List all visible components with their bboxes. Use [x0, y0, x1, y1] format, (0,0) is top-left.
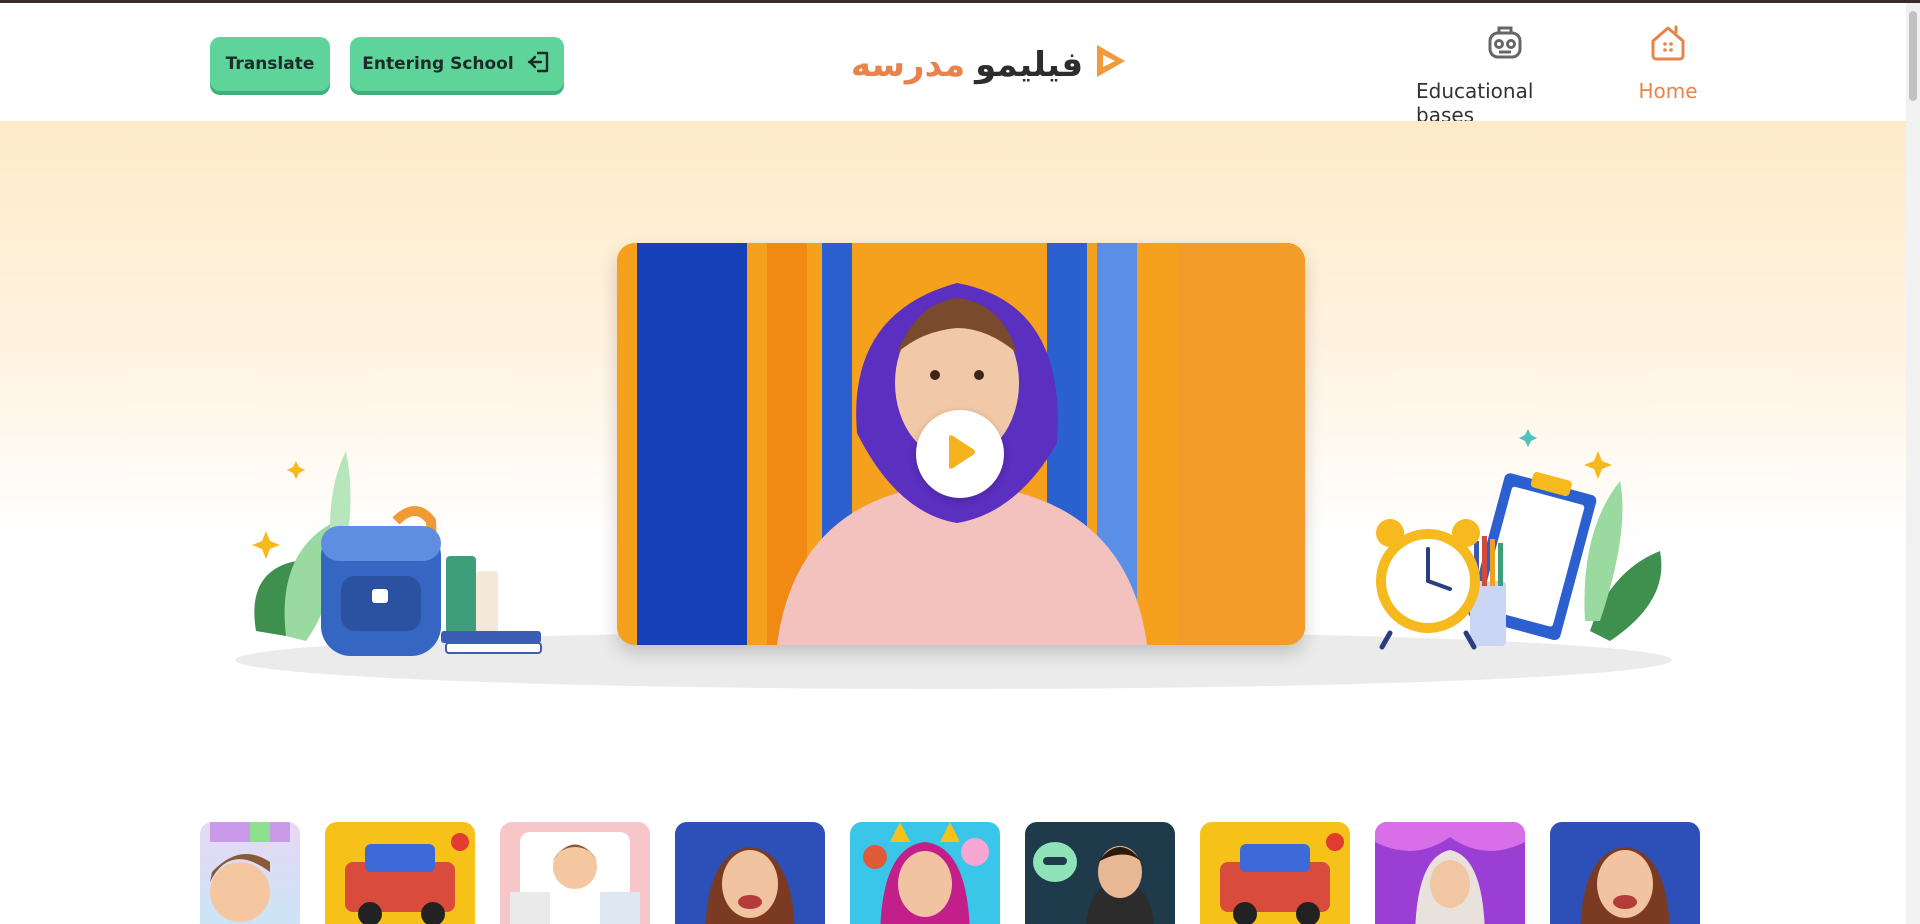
entering-school-button[interactable]: Entering School — [350, 37, 564, 91]
thumbnail-card[interactable] — [850, 822, 1000, 924]
filimo-school-logo[interactable]: مدرسه فیلیمو — [851, 39, 1126, 91]
hero-video[interactable] — [617, 243, 1305, 645]
thumbnail-card[interactable] — [1550, 822, 1700, 924]
woman-science-thumb — [705, 847, 795, 924]
robot-icon — [1485, 23, 1525, 67]
hero-section — [0, 121, 1906, 689]
woman-science-thumb-2 — [1580, 847, 1670, 924]
thumbnail-card[interactable] — [200, 822, 300, 924]
nav-home-label: Home — [1638, 79, 1698, 103]
thumbnail-card[interactable] — [1025, 822, 1175, 924]
woman-slime-thumb — [1375, 822, 1525, 924]
scrollbar-thumb[interactable] — [1909, 11, 1917, 101]
thumbnail-card[interactable] — [1375, 822, 1525, 924]
man-robot-thumb — [1033, 842, 1154, 924]
backpack-books-illustration — [236, 431, 566, 661]
login-icon — [526, 49, 552, 80]
thumbnail-card[interactable] — [675, 822, 825, 924]
nav-educational-bases-label: Educational bases — [1416, 79, 1534, 127]
translate-button[interactable]: Translate — [210, 37, 330, 91]
play-icon — [943, 434, 977, 474]
girl-cat-ears-thumb — [863, 822, 989, 924]
logo-word-school: مدرسه — [850, 45, 966, 85]
thumbnail-card[interactable] — [325, 822, 475, 924]
entering-school-label: Entering School — [362, 54, 514, 74]
girl-drawing-thumb — [510, 832, 640, 924]
play-button[interactable] — [916, 410, 1004, 498]
nav-home[interactable]: Home — [1638, 23, 1698, 103]
translate-label: Translate — [225, 54, 315, 74]
logo-play-icon — [1093, 41, 1129, 90]
clock-clipboard-illustration — [1370, 421, 1670, 661]
thumbnail-carousel — [200, 822, 1700, 924]
toy-car-thumb-2 — [1220, 833, 1344, 924]
logo-word-filimo: فیلیمو — [975, 45, 1084, 85]
nav-educational-bases[interactable]: Educational bases — [1416, 23, 1594, 127]
toy-car-thumb — [345, 833, 469, 924]
page-scrollbar[interactable] — [1906, 3, 1920, 924]
thumbnail-card[interactable] — [500, 822, 650, 924]
site-header: Translate Entering School مدرسه فیلیمو E… — [0, 3, 1906, 127]
thumbnail-card[interactable] — [1200, 822, 1350, 924]
boy-cartoon-thumb — [210, 822, 290, 922]
home-icon — [1648, 23, 1688, 67]
